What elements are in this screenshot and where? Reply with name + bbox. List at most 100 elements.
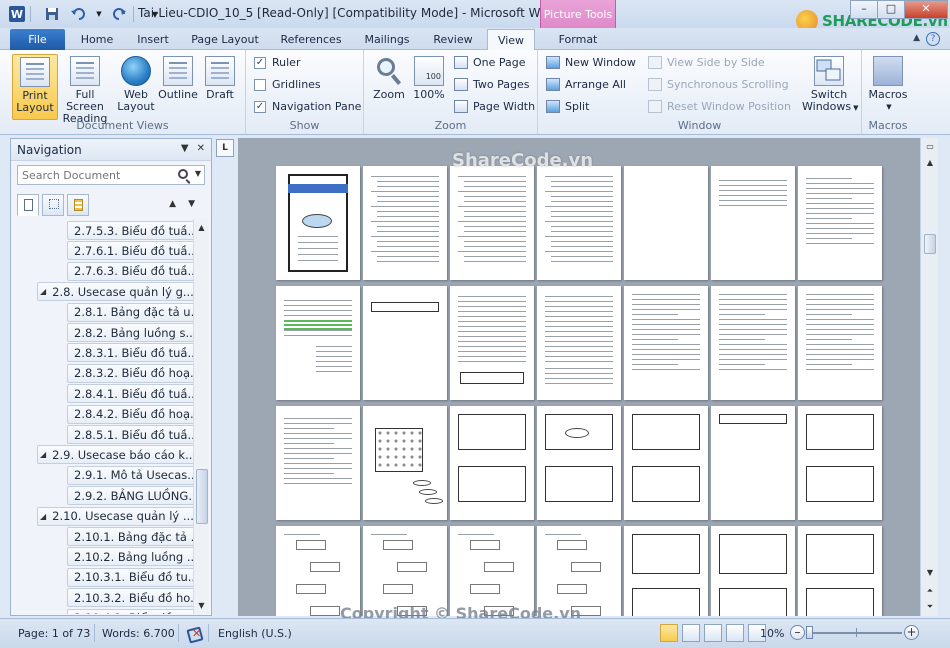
document-page-thumbnail[interactable] [450, 406, 534, 520]
synchronous-scrolling-button[interactable]: Synchronous Scrolling [648, 78, 789, 91]
nav-heading-level-3[interactable]: 2.8.3.2. Biểu đồ hoạ... [67, 363, 193, 383]
tab-page-layout[interactable]: Page Layout [188, 29, 262, 50]
nav-heading-level-3[interactable]: 2.7.6.3. Biểu đồ tuầ... [67, 261, 193, 281]
document-page-thumbnail[interactable] [450, 286, 534, 400]
two-pages-button[interactable]: Two Pages [454, 78, 529, 91]
document-page-thumbnail[interactable] [363, 286, 447, 400]
nav-heading-level-3[interactable]: 2.9.2. BẢNG LUỒNG... [67, 486, 193, 506]
tab-insert[interactable]: Insert [130, 29, 176, 50]
tab-format[interactable]: Format [548, 29, 608, 50]
tab-browse-headings[interactable] [17, 194, 39, 216]
document-page-thumbnail[interactable] [537, 406, 621, 520]
tab-mailings[interactable]: Mailings [358, 29, 416, 50]
document-page-thumbnail[interactable] [624, 406, 708, 520]
document-page-thumbnail[interactable] [798, 286, 882, 400]
ruler-toggle-icon[interactable]: ▭ [923, 140, 937, 154]
web-layout-view-icon[interactable] [704, 624, 722, 642]
navigation-pane-checkbox[interactable]: ✓ [254, 100, 266, 113]
new-window-button[interactable]: New Window [546, 56, 636, 69]
document-page-thumbnail[interactable] [276, 166, 360, 280]
word-count-status[interactable]: Words: 6.700 [102, 627, 175, 640]
nav-heading-level-3[interactable]: 2.8.5.1. Biểu đồ tuầ... [67, 425, 193, 444]
word-app-icon[interactable]: W [8, 5, 26, 23]
document-page-thumbnail[interactable] [711, 166, 795, 280]
full-screen-reading-view-icon[interactable] [682, 624, 700, 642]
tab-browse-pages[interactable] [42, 194, 64, 216]
nav-heading-level-3[interactable]: 2.8.3.1. Biểu đồ tuầ... [67, 343, 193, 363]
close-button[interactable]: ✕ [904, 0, 948, 19]
proofing-errors-icon[interactable] [186, 625, 202, 641]
nav-heading-level-3[interactable]: 2.7.5.3. Biểu đồ tuầ... [67, 221, 193, 240]
nav-heading-level-3[interactable]: 2.7.6.1. Biểu đồ tuầ... [67, 241, 193, 261]
nav-heading-level-3[interactable]: 2.10.4.1. Biểu đồ... [67, 608, 193, 614]
tab-browse-results[interactable] [67, 194, 89, 216]
tab-home[interactable]: Home [72, 29, 122, 50]
document-page-thumbnail[interactable] [450, 166, 534, 280]
document-page-thumbnail[interactable] [276, 406, 360, 520]
search-icon[interactable] [178, 169, 188, 179]
nav-heading-level-3[interactable]: 2.8.4.2. Biểu đồ hoạ... [67, 404, 193, 424]
document-canvas[interactable] [238, 138, 920, 616]
nav-heading-level-3[interactable]: 2.10.3.1. Biểu đồ tu... [67, 567, 193, 587]
document-page-thumbnail[interactable] [363, 406, 447, 520]
print-layout-view-icon[interactable] [660, 624, 678, 642]
document-vertical-scrollbar[interactable]: ▭ ▲ ▼ ⏶ ⏷ [920, 138, 938, 616]
switch-windows-button[interactable]: Switch Windows ▼ [802, 54, 859, 114]
scroll-down-icon[interactable]: ▼ [195, 599, 208, 612]
draft-button[interactable]: Draft [197, 54, 243, 101]
nav-heading-level-2[interactable]: ◢ 2.8. Usecase quản lý g... [37, 282, 193, 302]
previous-heading-icon[interactable]: ▲ [169, 199, 176, 209]
nav-heading-level-2[interactable]: ◢ 2.10. Usecase quản lý ... [37, 506, 193, 526]
view-ruler-button[interactable]: L [216, 139, 234, 157]
document-page-thumbnail[interactable] [276, 526, 360, 616]
next-page-icon[interactable]: ⏷ [923, 600, 937, 614]
web-layout-button[interactable]: Web Layout [113, 54, 159, 113]
scroll-up-icon[interactable]: ▲ [195, 221, 208, 234]
document-page-thumbnail[interactable] [363, 526, 447, 616]
collapse-triangle-icon[interactable]: ◢ [40, 287, 46, 296]
nav-heading-level-3[interactable]: 2.10.2. Bảng luồng ... [67, 547, 193, 567]
zoom-level-status[interactable]: 10% [760, 627, 784, 640]
scroll-thumb[interactable] [924, 234, 936, 254]
navigation-search-box[interactable]: ▼ [17, 165, 205, 185]
zoom-slider-thumb[interactable] [806, 626, 813, 639]
zoom-in-icon[interactable]: + [904, 625, 919, 640]
document-page-thumbnail[interactable] [276, 286, 360, 400]
document-page-thumbnail[interactable] [711, 286, 795, 400]
document-page-thumbnail[interactable] [711, 406, 795, 520]
help-icon[interactable]: ? [926, 32, 940, 46]
document-page-thumbnail[interactable] [624, 526, 708, 616]
previous-page-icon[interactable]: ⏶ [923, 584, 937, 598]
nav-heading-level-3[interactable]: 2.8.1. Bảng đặc tả u... [67, 302, 193, 322]
navigation-pane-close-icon[interactable]: ✕ [197, 143, 205, 154]
split-button[interactable]: Split [546, 100, 589, 113]
reset-window-position-button[interactable]: Reset Window Position [648, 100, 791, 113]
minimize-button[interactable]: – [850, 0, 878, 19]
collapse-triangle-icon[interactable]: ◢ [40, 450, 46, 459]
nav-heading-level-3[interactable]: 2.8.2. Bảng luồng s... [67, 323, 193, 342]
nav-heading-level-3[interactable]: 2.10.1. Bảng đặc tả ... [67, 527, 193, 546]
navigation-scrollbar[interactable]: ▲ ▼ [193, 219, 209, 614]
document-page-thumbnail[interactable] [798, 406, 882, 520]
next-heading-icon[interactable]: ▼ [188, 199, 195, 209]
navigation-pane-options-icon[interactable]: ▼ [181, 143, 189, 154]
search-document-input[interactable] [18, 168, 168, 182]
undo-icon[interactable] [69, 5, 87, 23]
nav-heading-level-3[interactable]: 2.8.4.1. Biểu đồ tuầ... [67, 384, 193, 404]
document-page-thumbnail[interactable] [624, 286, 708, 400]
scroll-thumb[interactable] [196, 469, 208, 524]
full-screen-reading-button[interactable]: Full Screen Reading [60, 54, 110, 125]
ruler-checkbox[interactable]: ✓ [254, 56, 266, 69]
gridlines-checkbox-row[interactable]: Gridlines [254, 78, 321, 91]
view-side-by-side-button[interactable]: View Side by Side [648, 56, 765, 69]
undo-dropdown-icon[interactable]: ▼ [95, 5, 103, 23]
document-page-thumbnail[interactable] [798, 166, 882, 280]
page-width-button[interactable]: Page Width [454, 100, 535, 113]
macros-button[interactable]: Macros ▼ [865, 54, 911, 113]
nav-heading-level-3[interactable]: 2.10.3.2. Biểu đồ ho... [67, 588, 193, 608]
search-options-dropdown-icon[interactable]: ▼ [195, 169, 201, 178]
document-page-thumbnail[interactable] [711, 526, 795, 616]
gridlines-checkbox[interactable] [254, 78, 266, 91]
scroll-down-icon[interactable]: ▼ [923, 566, 937, 580]
collapse-triangle-icon[interactable]: ◢ [40, 512, 46, 521]
